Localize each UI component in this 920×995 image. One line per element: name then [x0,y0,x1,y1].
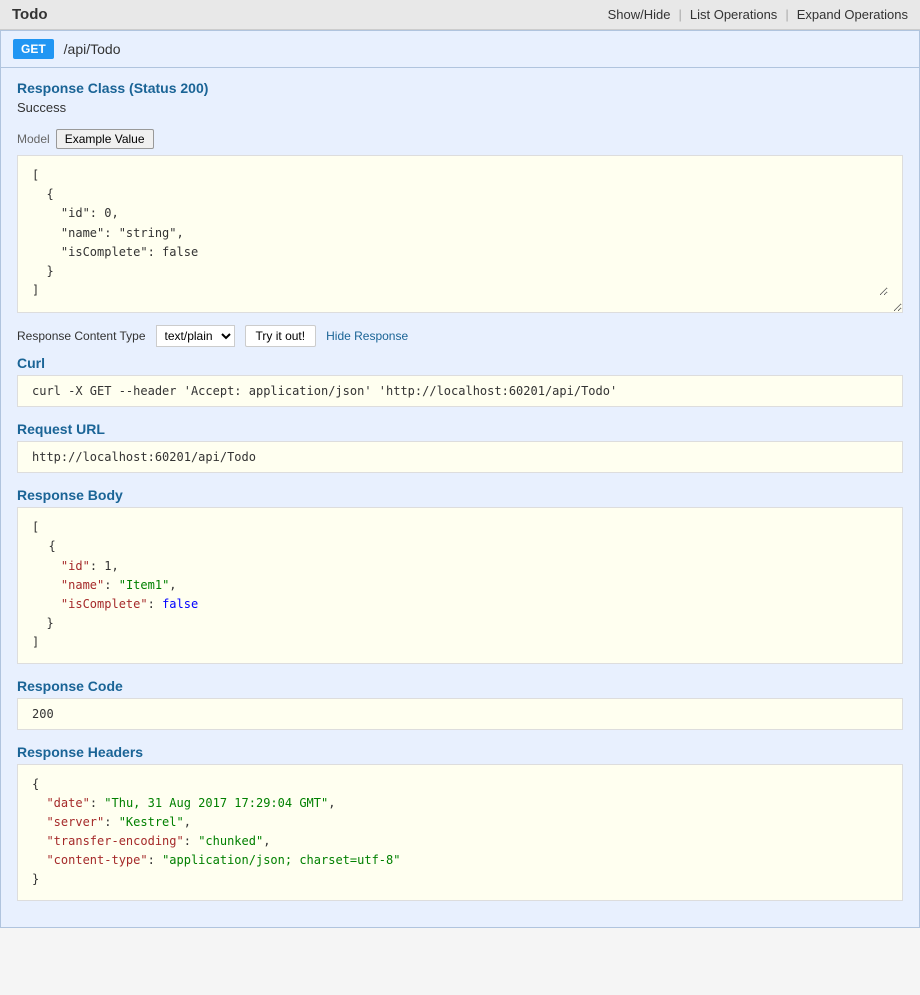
main-content: Response Class (Status 200) Success Mode… [0,68,920,928]
rb-close-bracket: ] [32,635,39,649]
response-body-section: Response Body [ { "id": 1, "name": "Item… [17,487,903,663]
request-url-title: Request URL [17,421,903,437]
example-value-tab[interactable]: Example Value [56,129,154,149]
sep2: | [785,7,788,22]
rb-close-brace: } [32,616,54,630]
response-class-subtitle: Success [17,100,903,115]
rh-date: "date": "Thu, 31 Aug 2017 17:29:04 GMT", [32,796,335,810]
top-bar: Todo Show/Hide | List Operations | Expan… [0,0,920,30]
rb-id: "id": 1, [32,559,119,573]
top-links: Show/Hide | List Operations | Expand Ope… [608,7,908,22]
curl-value: curl -X GET --header 'Accept: applicatio… [17,375,903,407]
response-code-value: 200 [17,698,903,730]
model-code-textarea[interactable]: [ { "id": 0, "name": "string", "isComple… [32,166,888,296]
rh-transfer: "transfer-encoding": "chunked", [32,834,270,848]
rh-server: "server": "Kestrel", [32,815,191,829]
response-headers-title: Response Headers [17,744,903,760]
response-class-section: Response Class (Status 200) Success [17,80,903,115]
endpoint-path: /api/Todo [64,41,121,57]
rh-close-brace: } [32,872,39,886]
rh-content-type: "content-type": "application/json; chars… [32,853,400,867]
rh-open-brace: { [32,777,39,791]
rb-name: "name": "Item1", [32,578,177,592]
list-operations-link[interactable]: List Operations [690,7,777,22]
model-code-block: [ { "id": 0, "name": "string", "isComple… [17,155,903,313]
model-label: Model [17,132,50,146]
show-hide-link[interactable]: Show/Hide [608,7,671,22]
endpoint-bar: GET /api/Todo [0,30,920,68]
hide-response-link[interactable]: Hide Response [326,329,408,343]
content-type-select[interactable]: text/plain [156,325,235,347]
curl-title: Curl [17,355,903,371]
method-badge: GET [13,39,54,59]
response-class-title: Response Class (Status 200) [17,80,903,96]
request-url-section: Request URL http://localhost:60201/api/T… [17,421,903,473]
rb-open-brace: { [34,539,56,553]
rb-iscomplete: "isComplete": false [32,597,198,611]
response-code-section: Response Code 200 [17,678,903,730]
response-body-code: [ { "id": 1, "name": "Item1", "isComplet… [17,507,903,663]
response-headers-code: { "date": "Thu, 31 Aug 2017 17:29:04 GMT… [17,764,903,901]
rb-open-bracket: [ [32,520,39,534]
content-type-label: Response Content Type [17,329,146,343]
app-title: Todo [12,6,48,23]
request-url-value: http://localhost:60201/api/Todo [17,441,903,473]
sep1: | [678,7,681,22]
model-tabs: Model Example Value [17,129,903,149]
response-body-title: Response Body [17,487,903,503]
try-it-out-button[interactable]: Try it out! [245,325,317,347]
controls-row: Response Content Type text/plain Try it … [17,325,903,347]
curl-section: Curl curl -X GET --header 'Accept: appli… [17,355,903,407]
response-headers-section: Response Headers { "date": "Thu, 31 Aug … [17,744,903,901]
response-code-title: Response Code [17,678,903,694]
expand-operations-link[interactable]: Expand Operations [797,7,908,22]
